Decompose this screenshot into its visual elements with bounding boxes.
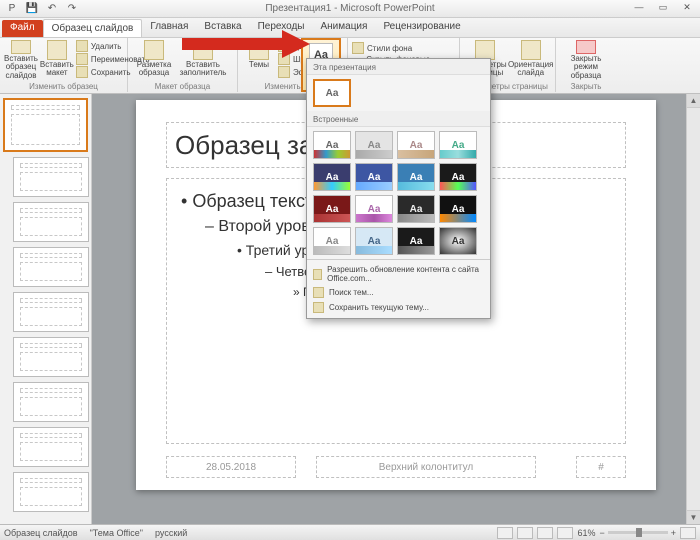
- label: Сохранить текущую тему...: [329, 303, 429, 312]
- theme-thumbnail[interactable]: Aa: [313, 131, 351, 159]
- undo-icon[interactable]: ↶: [44, 2, 60, 16]
- slide-orientation-button[interactable]: Ориентация слайда: [509, 40, 553, 80]
- layout-thumbnail[interactable]: [13, 202, 89, 242]
- status-view-mode: Образец слайдов: [4, 528, 78, 538]
- label: Ориентация слайда: [508, 61, 553, 78]
- status-bar: Образец слайдов "Тема Office" русский 61…: [0, 524, 700, 540]
- annotation-arrow-icon: [182, 30, 312, 60]
- label: Разметка образца: [132, 61, 176, 78]
- theme-thumbnail[interactable]: Aa: [355, 163, 393, 191]
- theme-grid: Aa Aa Aa Aa Aa Aa Aa Aa Aa Aa Aa Aa Aa A…: [307, 127, 490, 259]
- theme-thumbnail[interactable]: Aa: [355, 131, 393, 159]
- gallery-section-builtin: Встроенные: [307, 111, 490, 127]
- quick-access-toolbar: P 💾 ↶ ↷: [0, 2, 80, 16]
- minimize-button[interactable]: —: [628, 2, 650, 15]
- theme-thumbnail[interactable]: Aa: [439, 131, 477, 159]
- window-titlebar: P 💾 ↶ ↷ Презентация1 - Microsoft PowerPo…: [0, 0, 700, 18]
- master-layout-button[interactable]: Разметка образца: [132, 40, 176, 80]
- layout-thumbnail[interactable]: [13, 382, 89, 422]
- theme-thumbnail[interactable]: Aa: [355, 227, 393, 255]
- label: Вставить макет: [40, 61, 74, 78]
- window-buttons: — ▭ ✕: [628, 2, 698, 15]
- close-master-view-button[interactable]: Закрыть режим образца: [560, 40, 612, 80]
- zoom-track[interactable]: [608, 531, 668, 534]
- tab-slide-master[interactable]: Образец слайдов: [43, 19, 143, 37]
- redo-icon[interactable]: ↷: [64, 2, 80, 16]
- status-theme-name: "Тема Office": [90, 528, 143, 538]
- gallery-section-this-presentation: Эта презентация: [307, 59, 490, 75]
- zoom-in-icon[interactable]: +: [671, 528, 676, 538]
- insert-layout-button[interactable]: Вставить макет: [40, 40, 74, 80]
- theme-thumbnail[interactable]: Aa: [397, 131, 435, 159]
- scroll-down-icon[interactable]: ▼: [687, 510, 700, 524]
- window-title: Презентация1 - Microsoft PowerPoint: [265, 3, 434, 14]
- footer-placeholder[interactable]: Верхний колонтитул: [316, 456, 536, 478]
- sorter-view-button[interactable]: [517, 527, 533, 539]
- normal-view-button[interactable]: [497, 527, 513, 539]
- ribbon-group-close: Закрыть режим образца Закрыть: [556, 38, 616, 92]
- label: Стили фона: [367, 44, 412, 53]
- label: Вставить заполнитель: [178, 61, 228, 78]
- theme-thumbnail[interactable]: Aa: [439, 227, 477, 255]
- layout-thumbnail[interactable]: [13, 427, 89, 467]
- tab-review[interactable]: Рецензирование: [375, 18, 468, 37]
- theme-thumbnail[interactable]: Aa: [313, 227, 351, 255]
- theme-thumbnail[interactable]: Aa: [355, 195, 393, 223]
- label: Разрешить обновление контента с сайта Of…: [327, 265, 484, 283]
- ribbon-group-edit-master: Вставить образец слайдов Вставить макет …: [0, 38, 128, 92]
- tab-file[interactable]: Файл: [2, 20, 43, 37]
- layout-thumbnail[interactable]: [13, 472, 89, 512]
- theme-thumbnail[interactable]: Aa: [313, 163, 351, 191]
- slideshow-view-button[interactable]: [557, 527, 573, 539]
- close-button[interactable]: ✕: [676, 2, 698, 15]
- background-styles-button[interactable]: Стили фона: [352, 42, 455, 54]
- zoom-out-icon[interactable]: −: [599, 528, 604, 538]
- status-language[interactable]: русский: [155, 528, 187, 538]
- label: Поиск тем...: [329, 288, 374, 297]
- layout-thumbnail[interactable]: [13, 247, 89, 287]
- reading-view-button[interactable]: [537, 527, 553, 539]
- fit-to-window-button[interactable]: [680, 527, 696, 539]
- themes-gallery-dropdown: Эта презентация Aa Встроенные Aa Aa Aa A…: [306, 58, 491, 319]
- gallery-footer: Разрешить обновление контента с сайта Of…: [307, 259, 490, 318]
- tab-animation[interactable]: Анимация: [312, 18, 375, 37]
- save-icon[interactable]: 💾: [24, 2, 40, 16]
- theme-thumbnail[interactable]: Aa: [439, 195, 477, 223]
- zoom-slider[interactable]: − +: [599, 528, 676, 538]
- group-label: Изменить образец: [4, 82, 123, 91]
- label: Сохранить: [91, 68, 131, 77]
- powerpoint-app-icon[interactable]: P: [4, 2, 20, 16]
- theme-thumbnail[interactable]: Aa: [439, 163, 477, 191]
- save-current-theme-item[interactable]: Сохранить текущую тему...: [307, 300, 490, 315]
- label: Удалить: [91, 42, 122, 51]
- layout-thumbnail[interactable]: [13, 157, 89, 197]
- group-label: Закрыть: [560, 82, 612, 91]
- slide-number-placeholder[interactable]: #: [576, 456, 626, 478]
- layout-thumbnail[interactable]: [13, 337, 89, 377]
- theme-thumbnail[interactable]: Aa: [313, 79, 351, 107]
- browse-themes-item[interactable]: Поиск тем...: [307, 285, 490, 300]
- theme-thumbnail[interactable]: Aa: [313, 195, 351, 223]
- theme-thumbnail[interactable]: Aa: [397, 227, 435, 255]
- group-label: Макет образца: [132, 82, 233, 91]
- master-thumbnail[interactable]: [3, 98, 88, 152]
- enable-office-updates-item[interactable]: Разрешить обновление контента с сайта Of…: [307, 263, 490, 285]
- theme-thumbnail[interactable]: Aa: [397, 195, 435, 223]
- label: Темы: [249, 61, 269, 69]
- label: Вставить образец слайдов: [4, 55, 38, 80]
- theme-thumbnail[interactable]: Aa: [397, 163, 435, 191]
- ribbon-tabs: Файл Образец слайдов Главная Вставка Пер…: [0, 18, 700, 38]
- maximize-button[interactable]: ▭: [652, 2, 674, 15]
- layout-thumbnail[interactable]: [13, 292, 89, 332]
- scroll-up-icon[interactable]: ▲: [687, 94, 700, 108]
- zoom-thumb[interactable]: [636, 528, 642, 537]
- label: Закрыть режим образца: [560, 55, 612, 80]
- vertical-scrollbar[interactable]: ▲ ▼: [686, 94, 700, 524]
- thumbnail-pane[interactable]: [0, 94, 92, 524]
- date-placeholder[interactable]: 28.05.2018: [166, 456, 296, 478]
- zoom-level[interactable]: 61%: [577, 528, 595, 538]
- insert-slide-master-button[interactable]: Вставить образец слайдов: [4, 40, 38, 80]
